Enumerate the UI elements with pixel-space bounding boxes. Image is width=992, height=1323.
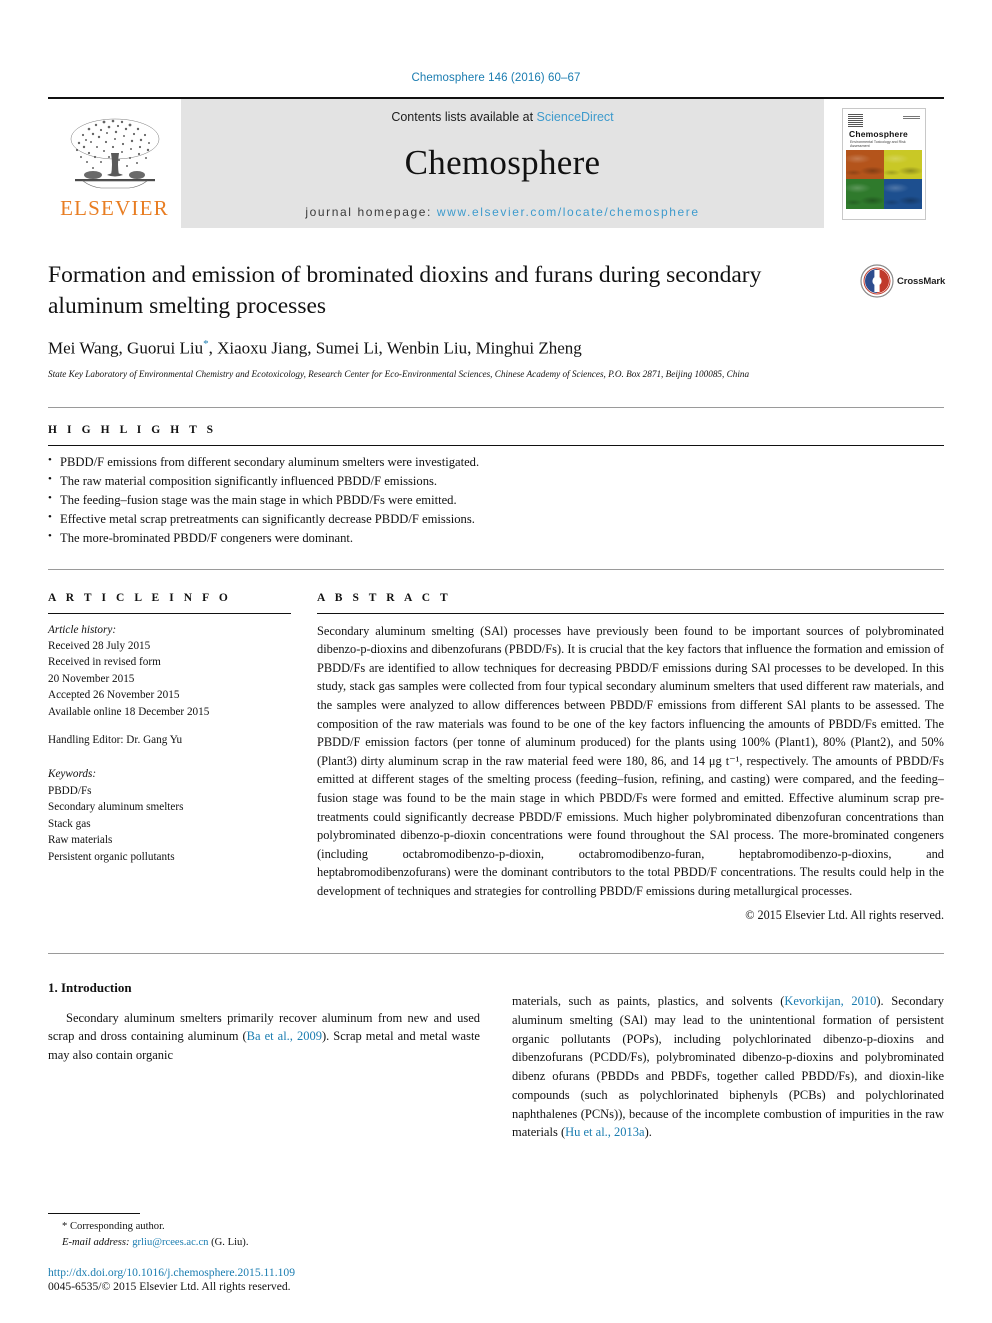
crossmark-label: CrossMark (897, 275, 946, 287)
cover-quadrant-blue (884, 179, 922, 209)
page-title: Formation and emission of brominated dio… (48, 262, 762, 319)
keyword-item: PBDD/Fs (48, 784, 92, 797)
keyword-item: Persistent organic pollutants (48, 850, 175, 863)
list-item: PBDD/F emissions from different secondar… (48, 452, 944, 472)
list-item: The feeding–fusion stage was the main st… (48, 490, 944, 510)
email-owner: (G. Liu). (211, 1236, 249, 1248)
authors-first: Mei Wang, Guorui Liu (48, 338, 204, 358)
keyword-item: Stack gas (48, 817, 91, 830)
keyword-item: Secondary aluminum smelters (48, 801, 184, 814)
introduction-heading: 1. Introduction (48, 979, 132, 995)
info-top-rule (48, 568, 944, 570)
homepage-url-link[interactable]: www.elsevier.com/locate/chemosphere (437, 205, 700, 219)
homepage-prefix: journal homepage: (305, 205, 432, 219)
cover-quadrant-green (846, 179, 884, 209)
intro-right-text-2: ). Secondary aluminum smelting (SAl) may… (512, 994, 945, 1140)
highlights-divider (48, 444, 944, 446)
crossmark-icon (860, 264, 894, 298)
history-line: 20 November 2015 (48, 672, 135, 685)
cover-issn-mark (903, 114, 920, 119)
masthead-right: Chemosphere Environmental Toxicology and… (824, 99, 944, 228)
article-header: Formation and emission of brominated dio… (48, 228, 946, 381)
handling-editor: Handling Editor: Dr. Gang Yu (48, 734, 183, 747)
history-line: Available online 18 December 2015 (48, 705, 210, 718)
history-line: Received 28 July 2015 (48, 639, 151, 652)
info-abstract-row: A R T I C L E I N F O Article history: R… (48, 592, 944, 923)
introduction-paragraph-left: Secondary aluminum smelters primarily re… (48, 1009, 480, 1065)
cover-quadrant-orange (846, 149, 884, 179)
abstract-copyright: © 2015 Elsevier Ltd. All rights reserved… (745, 907, 944, 922)
journal-homepage-line: journal homepage: www.elsevier.com/locat… (305, 205, 699, 219)
running-head: Chemosphere 146 (2016) 60–67 (411, 72, 581, 84)
corresponding-author-note: * Corresponding author. (48, 1219, 478, 1234)
journal-cover-thumbnail: Chemosphere Environmental Toxicology and… (842, 107, 926, 220)
highlights-section: H I G H L I G H T S PBDD/F emissions fro… (48, 408, 944, 549)
page-footnote: * Corresponding author. E-mail address: … (48, 1213, 478, 1293)
list-item: The more-brominated PBDD/F congeners wer… (48, 528, 944, 548)
list-item: The raw material composition significant… (48, 471, 944, 491)
abstract-section: A B S T R A C T Secondary aluminum smelt… (317, 592, 944, 923)
doi-link[interactable]: http://dx.doi.org/10.1016/j.chemosphere.… (48, 1266, 478, 1279)
abstract-heading: A B S T R A C T (317, 591, 452, 604)
keyword-item: Raw materials (48, 834, 113, 847)
cover-subtitle: Environmental Toxicology and Risk Assess… (850, 139, 906, 148)
contents-available-line: Contents lists available at ScienceDirec… (391, 110, 613, 124)
keywords-label: Keywords: (48, 768, 97, 781)
highlights-heading: H I G H L I G H T S (48, 423, 217, 436)
article-info-section: A R T I C L E I N F O Article history: R… (48, 592, 291, 923)
corresponding-label: Corresponding author. (69, 1221, 165, 1233)
cover-title: Chemosphere (849, 128, 908, 139)
highlights-list: PBDD/F emissions from different secondar… (48, 452, 944, 549)
body-column-left: 1. Introduction Secondary aluminum smelt… (48, 980, 480, 1155)
issn-copyright-line: 0045-6535/© 2015 Elsevier Ltd. All right… (48, 1280, 291, 1293)
cover-header: Chemosphere Environmental Toxicology and… (846, 112, 922, 150)
abstract-divider (317, 612, 944, 614)
cover-quadrant-yellow (884, 149, 922, 179)
cover-elsevier-mark-icon (848, 113, 863, 127)
intro-right-text-3: ). (644, 1125, 652, 1140)
introduction-paragraph-right: materials, such as paints, plastics, and… (512, 992, 944, 1142)
citation-ba-2009[interactable]: Ba et al., 2009 (247, 1029, 322, 1043)
list-item: Effective metal scrap pretreatments can … (48, 509, 944, 529)
abstract-body: Secondary aluminum smelting (SAl) proces… (317, 623, 944, 899)
keywords-block: Keywords: PBDD/Fs Secondary aluminum sme… (48, 766, 291, 865)
article-info-divider (48, 612, 291, 614)
article-history-label: Article history: (48, 623, 117, 636)
journal-title: Chemosphere (404, 143, 601, 182)
email-label: E-mail address: (62, 1236, 130, 1248)
crossmark-badge[interactable]: CrossMark (860, 256, 946, 306)
paper-page: Chemosphere 146 (2016) 60–67 ELSEVIER Co… (0, 0, 992, 1323)
author-list: Mei Wang, Guorui Liu*, Xiaoxu Jiang, Sum… (48, 338, 944, 359)
affiliation: State Key Laboratory of Environmental Ch… (48, 368, 750, 379)
citation-hu-2013a[interactable]: Hu et al., 2013a (565, 1125, 645, 1139)
corresponding-marker: * (62, 1221, 68, 1233)
contents-prefix: Contents lists available at (391, 110, 534, 124)
cover-footer (846, 209, 922, 216)
email-link[interactable]: grliu@rcees.ac.cn (132, 1237, 208, 1248)
body-columns: 1. Introduction Secondary aluminum smelt… (48, 980, 944, 1155)
elsevier-tree-icon (70, 118, 159, 188)
cover-leaf-grid (846, 149, 922, 209)
history-line: Received in revised form (48, 656, 161, 669)
authors-rest: , Xiaoxu Jiang, Sumei Li, Wenbin Liu, Mi… (208, 338, 582, 358)
journal-masthead: ELSEVIER Contents lists available at Sci… (48, 97, 944, 228)
body-top-rule (48, 952, 944, 954)
article-history: Article history: Received 28 July 2015 R… (48, 622, 291, 721)
history-line: Accepted 26 November 2015 (48, 689, 180, 702)
elsevier-wordmark: ELSEVIER (60, 195, 169, 220)
citation-kevorkijan-2010[interactable]: Kevorkijan, 2010 (784, 994, 876, 1008)
publisher-logo: ELSEVIER (48, 99, 181, 228)
intro-right-text-1: materials, such as paints, plastics, and… (512, 994, 785, 1009)
article-info-heading: A R T I C L E I N F O (48, 591, 232, 604)
masthead-center: Contents lists available at ScienceDirec… (181, 99, 824, 228)
footnote-rule (48, 1213, 140, 1215)
sciencedirect-link[interactable]: ScienceDirect (537, 110, 614, 124)
body-column-right: materials, such as paints, plastics, and… (512, 980, 944, 1155)
email-note: E-mail address: grliu@rcees.ac.cn (G. Li… (48, 1235, 478, 1250)
